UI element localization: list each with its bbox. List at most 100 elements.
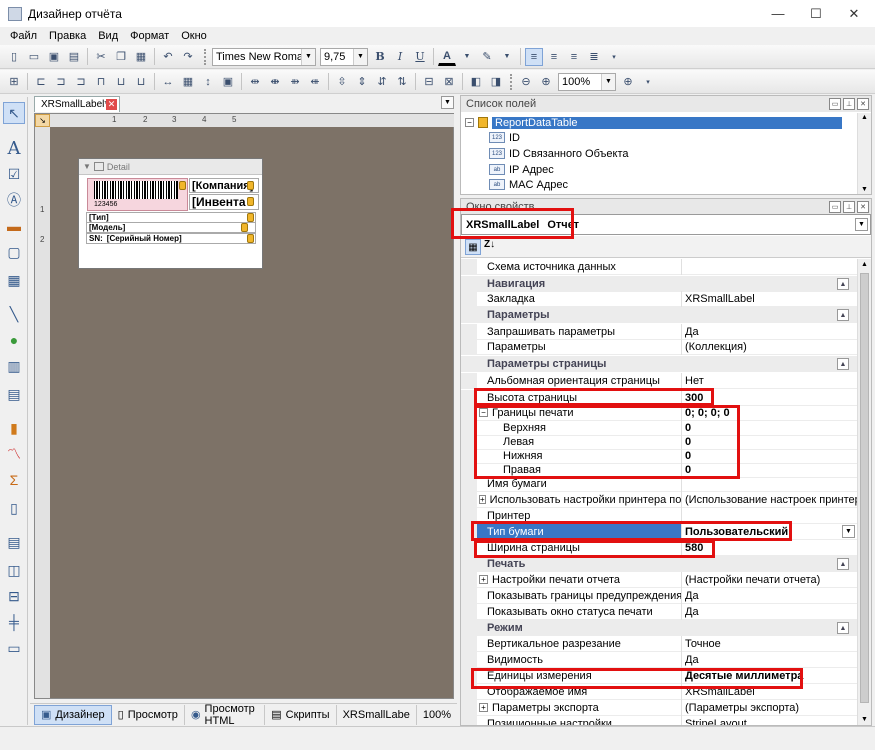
menu-file[interactable]: Файл: [4, 30, 43, 42]
scroll-down-icon[interactable]: ▼: [861, 186, 868, 193]
save-icon[interactable]: ▣: [45, 48, 63, 66]
richtext-tool-icon[interactable]: Ⓐ: [3, 189, 25, 211]
align-lefts-icon[interactable]: ⊏: [32, 73, 50, 91]
align-left-icon[interactable]: ≡: [525, 47, 543, 66]
make-same-height-icon[interactable]: ↕: [199, 73, 217, 91]
property-category[interactable]: Параметры ▲: [461, 306, 857, 323]
band-caption[interactable]: ▼ Detail: [79, 159, 262, 175]
property-value[interactable]: StripeLayout: [682, 718, 857, 726]
menu-view[interactable]: Вид: [92, 30, 124, 42]
align-right-icon[interactable]: ≡: [565, 48, 583, 66]
sparkline-tool-icon[interactable]: 〽: [3, 443, 25, 465]
property-category[interactable]: Режим ▲: [461, 619, 857, 636]
undo-icon[interactable]: ↶: [159, 48, 177, 66]
cut-icon[interactable]: ✂: [92, 48, 110, 66]
collapse-triangle-icon[interactable]: ▼: [83, 162, 91, 171]
scroll-thumb[interactable]: [860, 273, 869, 703]
barcode-control[interactable]: 123456: [87, 178, 188, 211]
subreport-tool-icon[interactable]: ◫: [3, 559, 25, 581]
horizontal-spacing-remove-icon[interactable]: ⇺: [306, 73, 324, 91]
serial-row[interactable]: SN: [Серийный Номер]: [86, 233, 256, 244]
chevron-down-icon[interactable]: ▼: [458, 48, 476, 66]
chevron-down-icon[interactable]: ▼: [842, 525, 855, 538]
pivot-grid-tool-icon[interactable]: ▤: [3, 531, 25, 553]
panel-menu-icon[interactable]: ▭: [829, 98, 841, 110]
center-horizontally-icon[interactable]: ⊟: [420, 73, 438, 91]
property-value[interactable]: Точное: [682, 638, 857, 650]
toolbar-overflow-icon[interactable]: ▾: [605, 48, 623, 66]
zoom-in-icon[interactable]: ⊕: [619, 73, 637, 91]
model-label[interactable]: [Модель]: [86, 222, 256, 233]
open-folder-icon[interactable]: ▭: [25, 48, 43, 66]
field-row[interactable]: ab MAC Адрес: [489, 177, 568, 192]
shape-tool-icon[interactable]: ●: [3, 329, 25, 351]
close-icon[interactable]: ✕: [857, 201, 869, 213]
field-row[interactable]: ab IP Адрес: [489, 162, 554, 177]
property-value[interactable]: Да: [682, 606, 857, 618]
bold-button[interactable]: B: [371, 48, 389, 66]
checkbox-tool-icon[interactable]: ☑: [3, 163, 25, 185]
pointer-icon[interactable]: ↖: [3, 102, 25, 124]
summary-tool-icon[interactable]: Σ: [3, 469, 25, 491]
chevron-down-icon[interactable]: ▼: [441, 96, 454, 109]
chart-tool-icon[interactable]: ▮: [3, 417, 25, 439]
collapse-icon[interactable]: −: [465, 118, 474, 127]
cross-band-box-tool-icon[interactable]: ▭: [3, 637, 25, 659]
property-value[interactable]: Да: [682, 590, 857, 602]
vertical-spacing-decrease-icon[interactable]: ⇵: [373, 73, 391, 91]
property-value[interactable]: Да: [682, 654, 857, 666]
property-row[interactable]: Показывать границы предупреждения печати…: [461, 587, 857, 604]
property-row[interactable]: Показывать окно статуса печати Да: [461, 603, 857, 620]
sort-alphabetical-icon[interactable]: Z↓: [484, 239, 495, 250]
property-row[interactable]: Видимость Да: [461, 651, 857, 668]
chevron-down-icon[interactable]: ▼: [498, 48, 516, 66]
chevron-down-icon[interactable]: ▼: [601, 73, 615, 90]
horizontal-spacing-equal-icon[interactable]: ⇹: [246, 73, 264, 91]
toolbar-grip[interactable]: [204, 48, 207, 65]
align-center-icon[interactable]: ≡: [545, 48, 563, 66]
property-row[interactable]: Альбомная ориентация страницы Нет: [461, 372, 857, 389]
property-row[interactable]: Позиционные настройки StripeLayout: [461, 715, 857, 726]
redo-icon[interactable]: ↷: [179, 48, 197, 66]
maximize-button[interactable]: ☐: [797, 0, 835, 27]
property-value[interactable]: (Коллекция): [682, 341, 857, 353]
chevron-down-icon[interactable]: ▼: [855, 218, 868, 231]
expand-icon[interactable]: +: [479, 495, 486, 504]
align-rights-icon[interactable]: ⊐: [72, 73, 90, 91]
document-tab[interactable]: XRSmallLabel* ✕: [34, 96, 120, 112]
center-vertically-icon[interactable]: ⊠: [440, 73, 458, 91]
property-value[interactable]: (Настройки печати отчета): [682, 574, 857, 586]
scripts-tab[interactable]: ▤ Скрипты: [265, 704, 337, 725]
property-value[interactable]: Нет: [682, 375, 857, 387]
property-value[interactable]: XRSmallLabel: [682, 293, 857, 305]
property-row[interactable]: Параметры (Коллекция): [461, 338, 857, 355]
horizontal-spacing-decrease-icon[interactable]: ⇻: [286, 73, 304, 91]
close-icon[interactable]: ✕: [857, 98, 869, 110]
barcode-tool-icon[interactable]: ▥: [3, 355, 25, 377]
property-category[interactable]: Параметры страницы ▲: [461, 355, 857, 372]
align-justify-icon[interactable]: ≣: [585, 48, 603, 66]
label-tool-icon[interactable]: A: [3, 137, 25, 159]
ruler-corner-icon[interactable]: ↘: [35, 114, 50, 127]
close-button[interactable]: ✕: [835, 0, 873, 27]
zipcode-tool-icon[interactable]: ▤: [3, 383, 25, 405]
close-icon[interactable]: ✕: [106, 99, 117, 110]
zoom-in-icon[interactable]: ⊕: [537, 73, 555, 91]
align-centers-icon[interactable]: ⊐: [52, 73, 70, 91]
property-row[interactable]: +Использовать настройки принтера по умол…: [461, 491, 857, 508]
categorized-icon[interactable]: ▦: [465, 239, 481, 255]
menu-window[interactable]: Окно: [175, 30, 213, 42]
align-to-grid-icon[interactable]: ⊞: [5, 73, 23, 91]
expand-icon[interactable]: +: [479, 575, 488, 584]
pin-icon[interactable]: ⊥: [843, 98, 855, 110]
tree-root-row[interactable]: − ReportDataTable: [465, 115, 857, 130]
page-info-tool-icon[interactable]: ▯: [3, 497, 25, 519]
align-tops-icon[interactable]: ⊓: [92, 73, 110, 91]
toolbar-overflow-icon[interactable]: ▾: [639, 73, 657, 91]
pin-icon[interactable]: ⊥: [843, 201, 855, 213]
font-size-select[interactable]: 9,75 ▼: [320, 47, 368, 66]
vertical-spacing-increase-icon[interactable]: ⇕: [353, 73, 371, 91]
align-middles-icon[interactable]: ⊔: [112, 73, 130, 91]
property-row[interactable]: Закладка XRSmallLabel: [461, 290, 857, 307]
property-category[interactable]: Печать ▲: [461, 555, 857, 572]
